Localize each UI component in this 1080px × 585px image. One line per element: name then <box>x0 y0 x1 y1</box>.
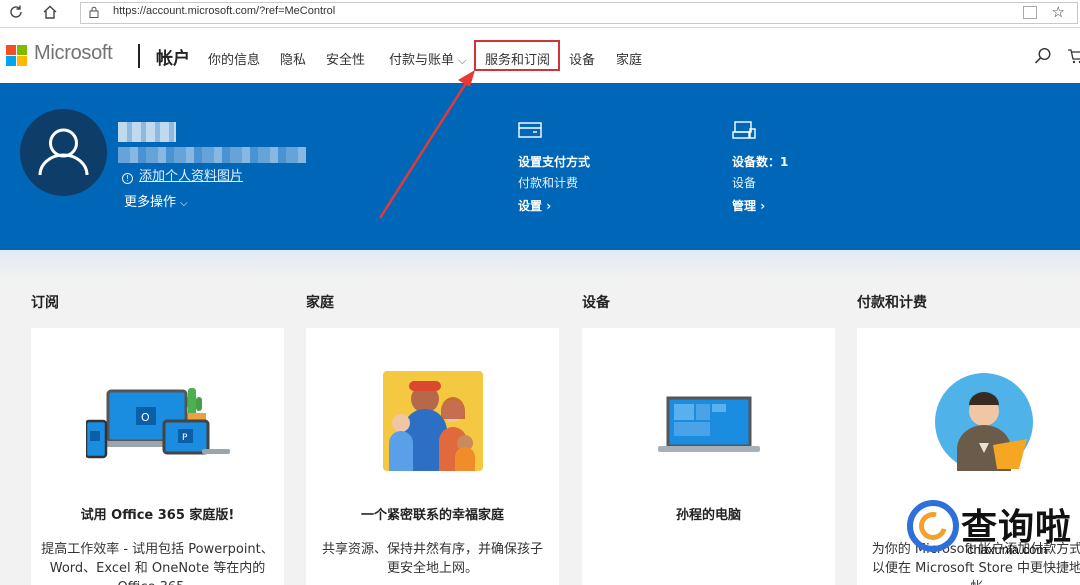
watermark-domain: chaxunla.com <box>967 542 1048 557</box>
site-header: Microsoft 帐户 你的信息 隐私 安全性 付款与账单 ⌵ 服务和订阅 设… <box>0 28 1080 83</box>
laptop-illustration <box>658 396 760 452</box>
chevron-right-icon: › <box>760 199 766 213</box>
devices-manage-link[interactable]: 管理 › <box>732 197 788 214</box>
chevron-down-icon: ⌵ <box>458 54 467 67</box>
device-count: 设备数：1 <box>732 155 789 169</box>
card-description: 共享资源、保持井然有序，并确保孩子更安全地上网。 <box>321 542 543 576</box>
card-description: 提高工作效率 - 试用包括 Powerpoint、Word、Excel 和 On… <box>41 542 274 585</box>
brand-name[interactable]: Microsoft <box>34 42 113 65</box>
hero-shadow <box>0 250 1080 280</box>
nav-payment-billing[interactable]: 付款与账单 ⌵ <box>389 49 467 68</box>
search-icon[interactable] <box>1034 47 1052 65</box>
nav-privacy[interactable]: 隐私 <box>280 49 306 68</box>
section-title[interactable]: 帐户 <box>156 44 190 69</box>
address-bar[interactable]: https://account.microsoft.com/?ref=MeCon… <box>80 2 1078 24</box>
add-profile-photo-link[interactable]: ! 添加个人资料图片 <box>122 165 243 184</box>
devices-subtitle: 设备 <box>732 176 757 190</box>
favorite-star-icon[interactable]: ☆ <box>1052 3 1065 21</box>
card-office-trial[interactable]: O P 试用 Office 365 家庭版! 提高工作效率 - 试用包括 Pow… <box>31 328 284 585</box>
card-family[interactable]: 一个紧密联系的幸福家庭 共享资源、保持井然有序，并确保孩子更安全地上网。 <box>306 328 559 585</box>
account-hero-banner: ! 添加个人资料图片 更多操作 ⌵ 设置支付方式 付款和计费 设置 › 设备数：1… <box>0 83 1080 250</box>
nav-devices[interactable]: 设备 <box>569 49 595 68</box>
reading-view-icon[interactable] <box>1023 6 1037 19</box>
home-icon[interactable] <box>40 4 60 24</box>
url-text[interactable]: https://account.microsoft.com/?ref=MeCon… <box>113 5 335 17</box>
section-title-devices: 设备 <box>582 295 610 311</box>
office-devices-illustration: O P <box>86 388 230 459</box>
chevron-down-icon: ⌵ <box>180 198 188 209</box>
more-actions-button[interactable]: 更多操作 ⌵ <box>124 191 188 210</box>
nav-family[interactable]: 家庭 <box>616 49 642 68</box>
section-title-family: 家庭 <box>306 295 334 311</box>
cart-icon[interactable] <box>1068 48 1080 64</box>
shopper-illustration <box>935 373 1033 471</box>
card-device[interactable]: 孙程的电脑 <box>582 328 835 585</box>
section-title-subscriptions: 订阅 <box>31 295 59 311</box>
payment-summary: 设置支付方式 付款和计费 设置 › <box>518 121 590 214</box>
card-title: 试用 Office 365 家庭版! <box>80 508 235 523</box>
avatar[interactable] <box>20 109 107 196</box>
watermark-logo: 查询啦 chaxunla.com <box>905 500 1080 585</box>
nav-services-subscriptions[interactable]: 服务和订阅 <box>485 49 550 68</box>
nav-security[interactable]: 安全性 <box>326 49 365 68</box>
redacted-email <box>118 147 306 163</box>
nav-your-info[interactable]: 你的信息 <box>208 49 260 68</box>
card-title: 孙程的电脑 <box>675 508 741 523</box>
info-icon: ! <box>122 173 133 184</box>
svg-text:P: P <box>182 433 188 443</box>
user-silhouette-icon <box>38 128 89 176</box>
microsoft-logo-icon[interactable] <box>6 45 28 67</box>
chevron-right-icon: › <box>546 199 552 213</box>
svg-text:O: O <box>141 411 150 424</box>
header-divider <box>138 44 140 68</box>
payment-subtitle: 付款和计费 <box>518 176 579 190</box>
devices-summary: 设备数：1 设备 管理 › <box>732 121 788 214</box>
nav-payment-billing-label: 付款与账单 <box>389 53 455 68</box>
payment-setup-link[interactable]: 设置 › <box>518 197 590 214</box>
section-title-payment: 付款和计费 <box>857 295 927 311</box>
add-profile-photo-label: 添加个人资料图片 <box>139 169 244 184</box>
payment-setup-label: 设置 <box>518 199 543 213</box>
lock-icon <box>89 6 99 18</box>
redacted-name <box>118 122 176 142</box>
devices-icon <box>732 121 756 139</box>
more-actions-label: 更多操作 <box>124 195 177 210</box>
payment-title: 设置支付方式 <box>518 155 591 169</box>
devices-manage-label: 管理 <box>732 199 757 213</box>
card-title: 一个紧密联系的幸福家庭 <box>360 508 504 523</box>
family-illustration <box>383 371 483 471</box>
browser-toolbar: https://account.microsoft.com/?ref=MeCon… <box>0 0 1080 28</box>
credit-card-icon <box>518 122 542 138</box>
refresh-icon[interactable] <box>6 4 26 24</box>
